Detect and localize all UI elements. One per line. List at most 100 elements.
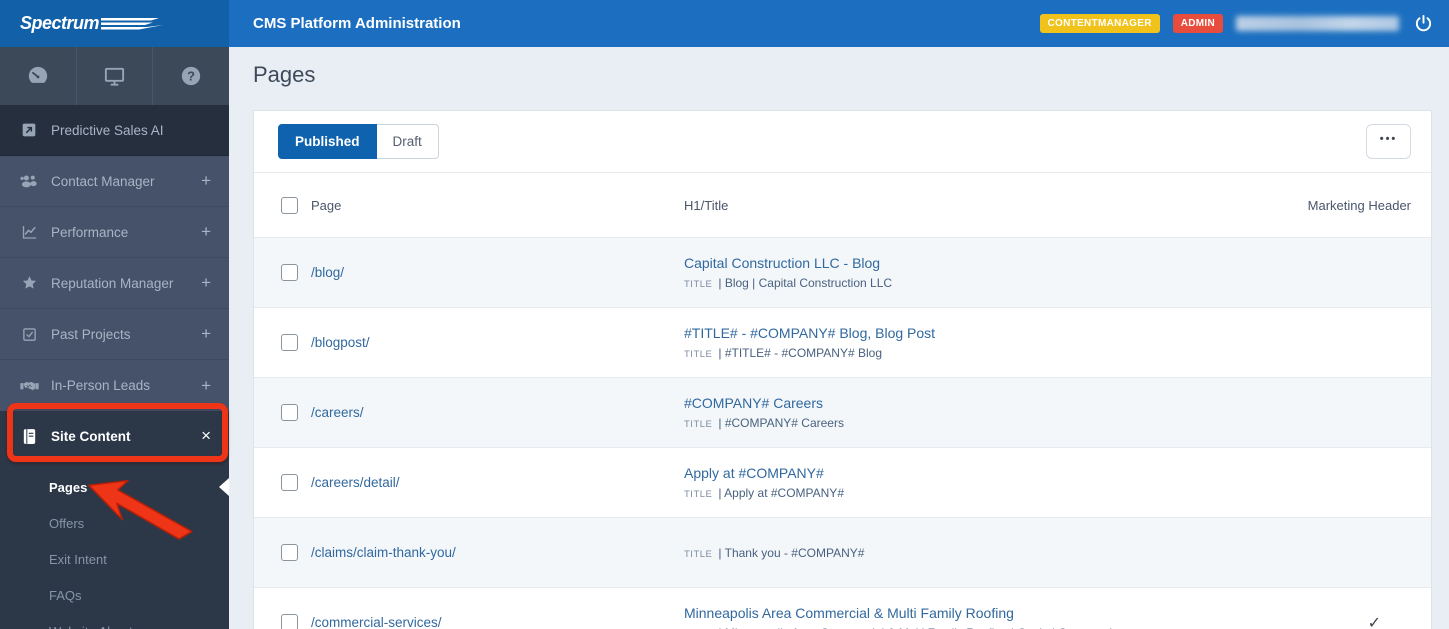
page-h1-link[interactable]: Capital Construction LLC - Blog — [684, 255, 1151, 271]
marketing-header-check-icon: ✓ — [1367, 614, 1381, 629]
role-badge-admin: ADMIN — [1172, 14, 1223, 33]
page-h1-link[interactable]: Apply at #COMPANY# — [684, 465, 1151, 481]
help-icon: ? — [182, 66, 201, 86]
row-checkbox[interactable] — [281, 334, 298, 351]
page-title-meta: TITLE | #TITLE# - #COMPANY# Blog — [684, 346, 1151, 360]
brand-logo: Spectrum — [0, 0, 229, 47]
more-actions-button[interactable]: ••• — [1366, 124, 1411, 159]
page-path-link[interactable]: /claims/claim-thank-you/ — [311, 545, 456, 560]
table-row: /blog/ Capital Construction LLC - Blog T… — [254, 237, 1431, 307]
star-icon — [18, 275, 40, 291]
row-checkbox[interactable] — [281, 474, 298, 491]
page-title: Pages — [253, 62, 316, 87]
dashboard-gauge-button[interactable] — [0, 47, 77, 105]
book-icon — [18, 428, 40, 445]
table-row: /careers/detail/ Apply at #COMPANY# TITL… — [254, 447, 1431, 517]
table-row: /commercial-services/ Minneapolis Area C… — [254, 587, 1431, 629]
brand-logo-text: Spectrum — [20, 13, 100, 33]
tab-published[interactable]: Published — [278, 124, 377, 159]
sidebar-item-past-projects[interactable]: Past Projects + — [0, 309, 229, 360]
gauge-icon — [28, 66, 47, 86]
table-header-row: Page H1/Title Marketing Header — [254, 173, 1431, 237]
sidebar-item-contact-manager[interactable]: Contact Manager + — [0, 156, 229, 207]
submenu-item-offers[interactable]: Offers — [0, 505, 229, 541]
row-checkbox[interactable] — [281, 404, 298, 421]
close-icon[interactable]: × — [201, 426, 211, 446]
monitor-icon — [104, 67, 125, 86]
title-value: | Apply at #COMPANY# — [718, 486, 844, 500]
page-path-link[interactable]: /blogpost/ — [311, 335, 370, 350]
row-checkbox[interactable] — [281, 264, 298, 281]
page-path-link[interactable]: /careers/detail/ — [311, 475, 400, 490]
site-content-submenu: Pages Offers Exit Intent FAQs Website Ab… — [0, 461, 229, 629]
logout-button[interactable] — [1412, 12, 1435, 35]
submenu-item-pages[interactable]: Pages — [0, 469, 229, 505]
page-h1-link[interactable]: #COMPANY# Careers — [684, 395, 1151, 411]
sidebar-item-label: Predictive Sales AI — [51, 122, 164, 138]
row-checkbox[interactable] — [281, 544, 298, 561]
table-row: /blogpost/ #TITLE# - #COMPANY# Blog, Blo… — [254, 307, 1431, 377]
title-label: TITLE — [684, 419, 713, 430]
top-bar: Spectrum CMS Platform Administration CON… — [0, 0, 1449, 47]
page-h1-link[interactable]: #TITLE# - #COMPANY# Blog, Blog Post — [684, 325, 1151, 341]
expand-plus-icon[interactable]: + — [201, 273, 211, 293]
expand-plus-icon[interactable]: + — [201, 324, 211, 344]
title-value: | #TITLE# - #COMPANY# Blog — [718, 346, 882, 360]
sidebar-item-label: Reputation Manager — [51, 275, 174, 291]
submenu-item-faqs[interactable]: FAQs — [0, 577, 229, 613]
check-square-icon — [18, 327, 40, 342]
expand-plus-icon[interactable]: + — [201, 222, 211, 242]
sidebar-icon-strip: ? — [0, 47, 229, 105]
sidebar-item-reputation-manager[interactable]: Reputation Manager + — [0, 258, 229, 309]
row-checkbox[interactable] — [281, 614, 298, 629]
users-icon — [18, 173, 40, 189]
title-value: | Thank you - #COMPANY# — [718, 545, 865, 560]
tab-draft[interactable]: Draft — [376, 124, 439, 159]
svg-text:?: ? — [187, 69, 195, 84]
sidebar-item-in-person-leads[interactable]: In-Person Leads + — [0, 360, 229, 411]
main-content: Pages Published Draft ••• Page H1/Title … — [229, 47, 1449, 629]
page-title-meta: TITLE | Apply at #COMPANY# — [684, 486, 1151, 500]
page-path-link[interactable]: /blog/ — [311, 265, 344, 280]
page-title-meta: TITLE | #COMPANY# Careers — [684, 416, 1151, 430]
title-label: TITLE — [684, 279, 713, 290]
table-row: /claims/claim-thank-you/ TITLE | Thank yo… — [254, 517, 1431, 587]
redacted-user-name — [1236, 16, 1399, 31]
handshake-icon — [18, 379, 40, 393]
page-path-link[interactable]: /careers/ — [311, 405, 364, 420]
select-all-checkbox[interactable] — [281, 196, 298, 214]
power-icon — [1415, 15, 1432, 32]
table-body: /blog/ Capital Construction LLC - Blog T… — [254, 237, 1431, 629]
sidebar-item-performance[interactable]: Performance + — [0, 207, 229, 258]
submenu-item-exit-intent[interactable]: Exit Intent — [0, 541, 229, 577]
table-row: /careers/ #COMPANY# Careers TITLE | #COMP… — [254, 377, 1431, 447]
title-value: | #COMPANY# Careers — [718, 416, 844, 430]
title-label: TITLE — [684, 548, 713, 560]
status-tab-group: Published Draft — [278, 124, 439, 159]
submenu-item-website-about[interactable]: Website About — [0, 613, 229, 629]
page-path-link[interactable]: /commercial-services/ — [311, 615, 442, 629]
column-header-marketing-header: Marketing Header — [1307, 197, 1411, 213]
brand-logo-swoosh-icon — [101, 17, 164, 29]
page-title-meta: TITLE | Thank you - #COMPANY# — [684, 546, 1151, 560]
sidebar-item-label: Contact Manager — [51, 173, 155, 189]
topbar-right: CONTENTMANAGER ADMIN — [1039, 12, 1449, 35]
expand-plus-icon[interactable]: + — [201, 171, 211, 191]
expand-plus-icon[interactable]: + — [201, 376, 211, 396]
external-link-square-icon — [18, 122, 40, 138]
sidebar-item-predictive-sales-ai[interactable]: Predictive Sales AI — [0, 105, 229, 156]
help-button[interactable]: ? — [153, 47, 229, 105]
page-title-meta: TITLE | Blog | Capital Construction LLC — [684, 276, 1151, 290]
sidebar: ? Predictive Sales AI Contact Manager + — [0, 47, 229, 629]
pages-card: Published Draft ••• Page H1/Title Market… — [253, 110, 1432, 629]
title-label: TITLE — [684, 349, 713, 360]
marketing-header-cell: ✓ — [1151, 613, 1431, 629]
monitor-button[interactable] — [77, 47, 154, 105]
chart-line-icon — [18, 224, 40, 240]
page-h1-link[interactable]: Minneapolis Area Commercial & Multi Fami… — [684, 605, 1151, 621]
sidebar-item-label: In-Person Leads — [51, 378, 151, 393]
column-header-page: Page — [311, 197, 342, 213]
title-label: TITLE — [684, 489, 713, 500]
column-header-h1-title: H1/Title — [684, 197, 729, 213]
sidebar-item-site-content[interactable]: Site Content × — [0, 411, 229, 461]
